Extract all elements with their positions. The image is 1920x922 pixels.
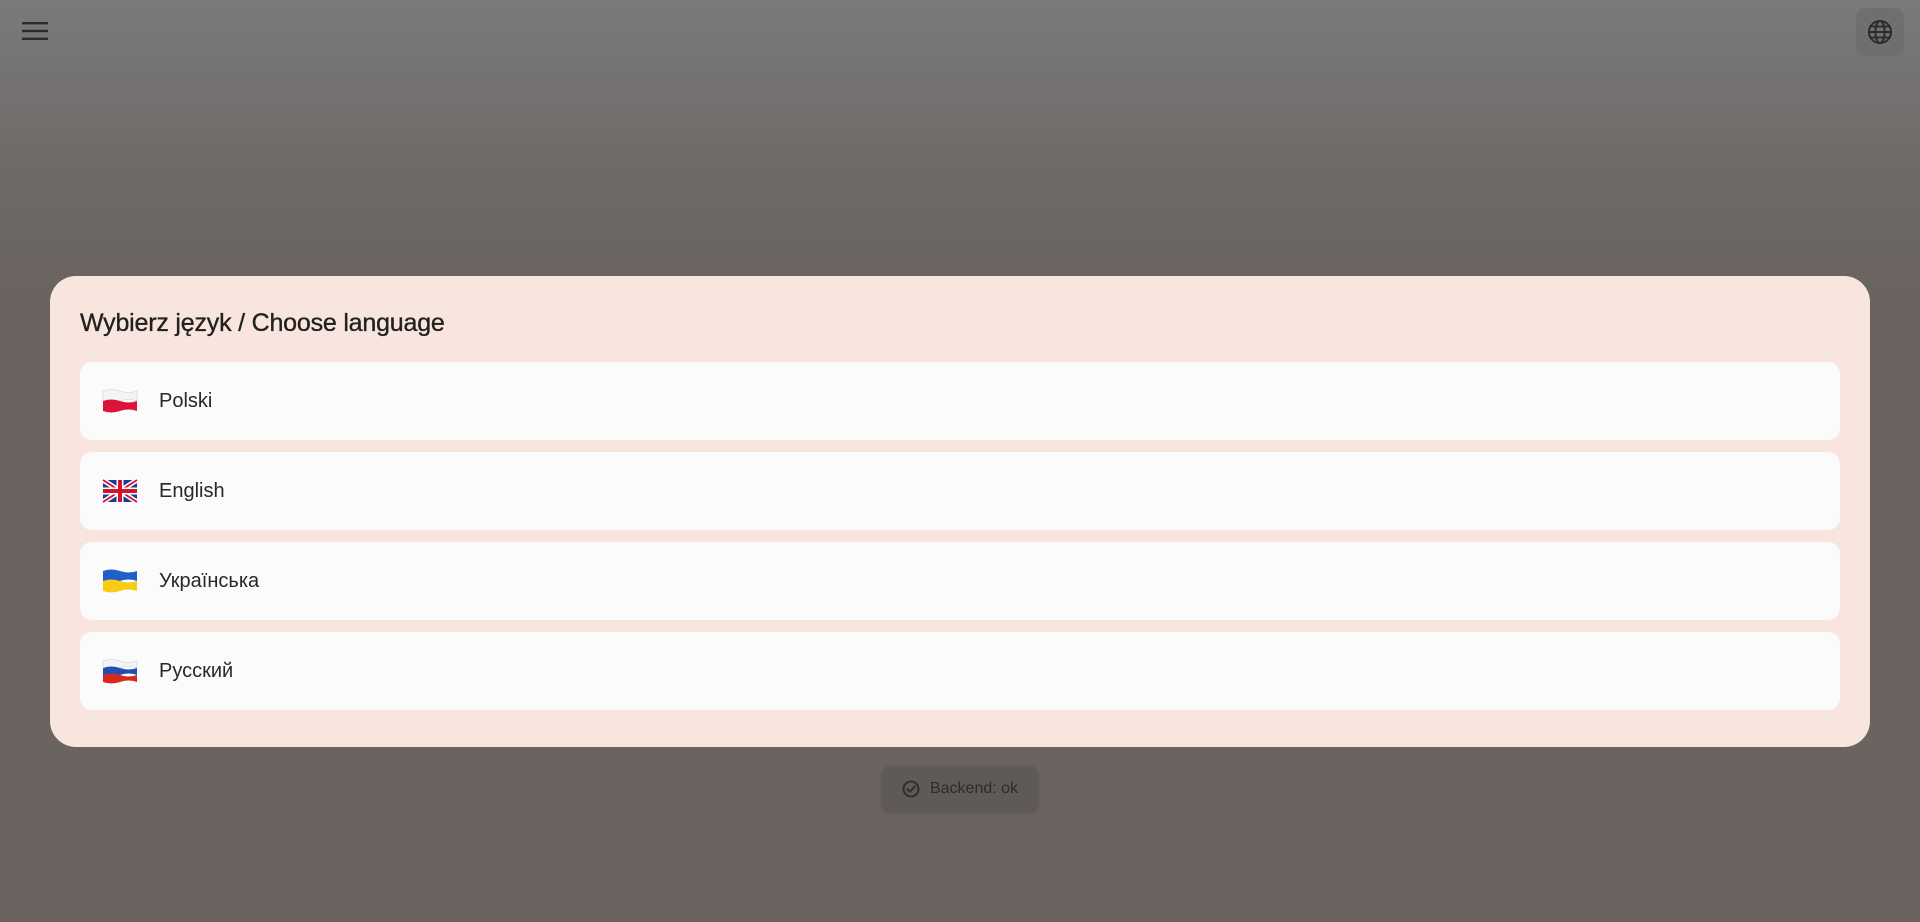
language-option-russian[interactable]: Русский <box>80 632 1840 710</box>
language-label: Polski <box>159 389 213 412</box>
backend-status-badge: Backend: ok <box>882 766 1038 812</box>
language-label: English <box>159 479 225 502</box>
language-dialog: Wybierz język / Choose language Polski E… <box>50 276 1870 747</box>
check-circle-icon <box>902 780 920 798</box>
language-option-english[interactable]: English <box>80 452 1840 530</box>
language-button[interactable] <box>1856 8 1904 56</box>
flag-ru-icon <box>102 658 138 684</box>
top-bar <box>0 0 1920 64</box>
hamburger-menu-icon <box>22 22 48 40</box>
language-option-ukrainian[interactable]: Українська <box>80 542 1840 620</box>
backend-status-text: Backend: ok <box>929 780 1019 797</box>
language-option-polski[interactable]: Polski <box>80 362 1840 440</box>
language-label: Русский <box>159 659 234 682</box>
flag-gb-icon <box>102 478 138 504</box>
dialog-title: Wybierz język / Choose language <box>80 309 445 337</box>
globe-icon <box>1868 20 1892 44</box>
menu-button[interactable] <box>16 14 54 48</box>
flag-ua-icon <box>102 568 138 594</box>
flag-pl-icon <box>102 388 138 414</box>
language-label: Українська <box>159 569 260 592</box>
language-list: Polski English Українська Русский <box>80 362 1840 710</box>
